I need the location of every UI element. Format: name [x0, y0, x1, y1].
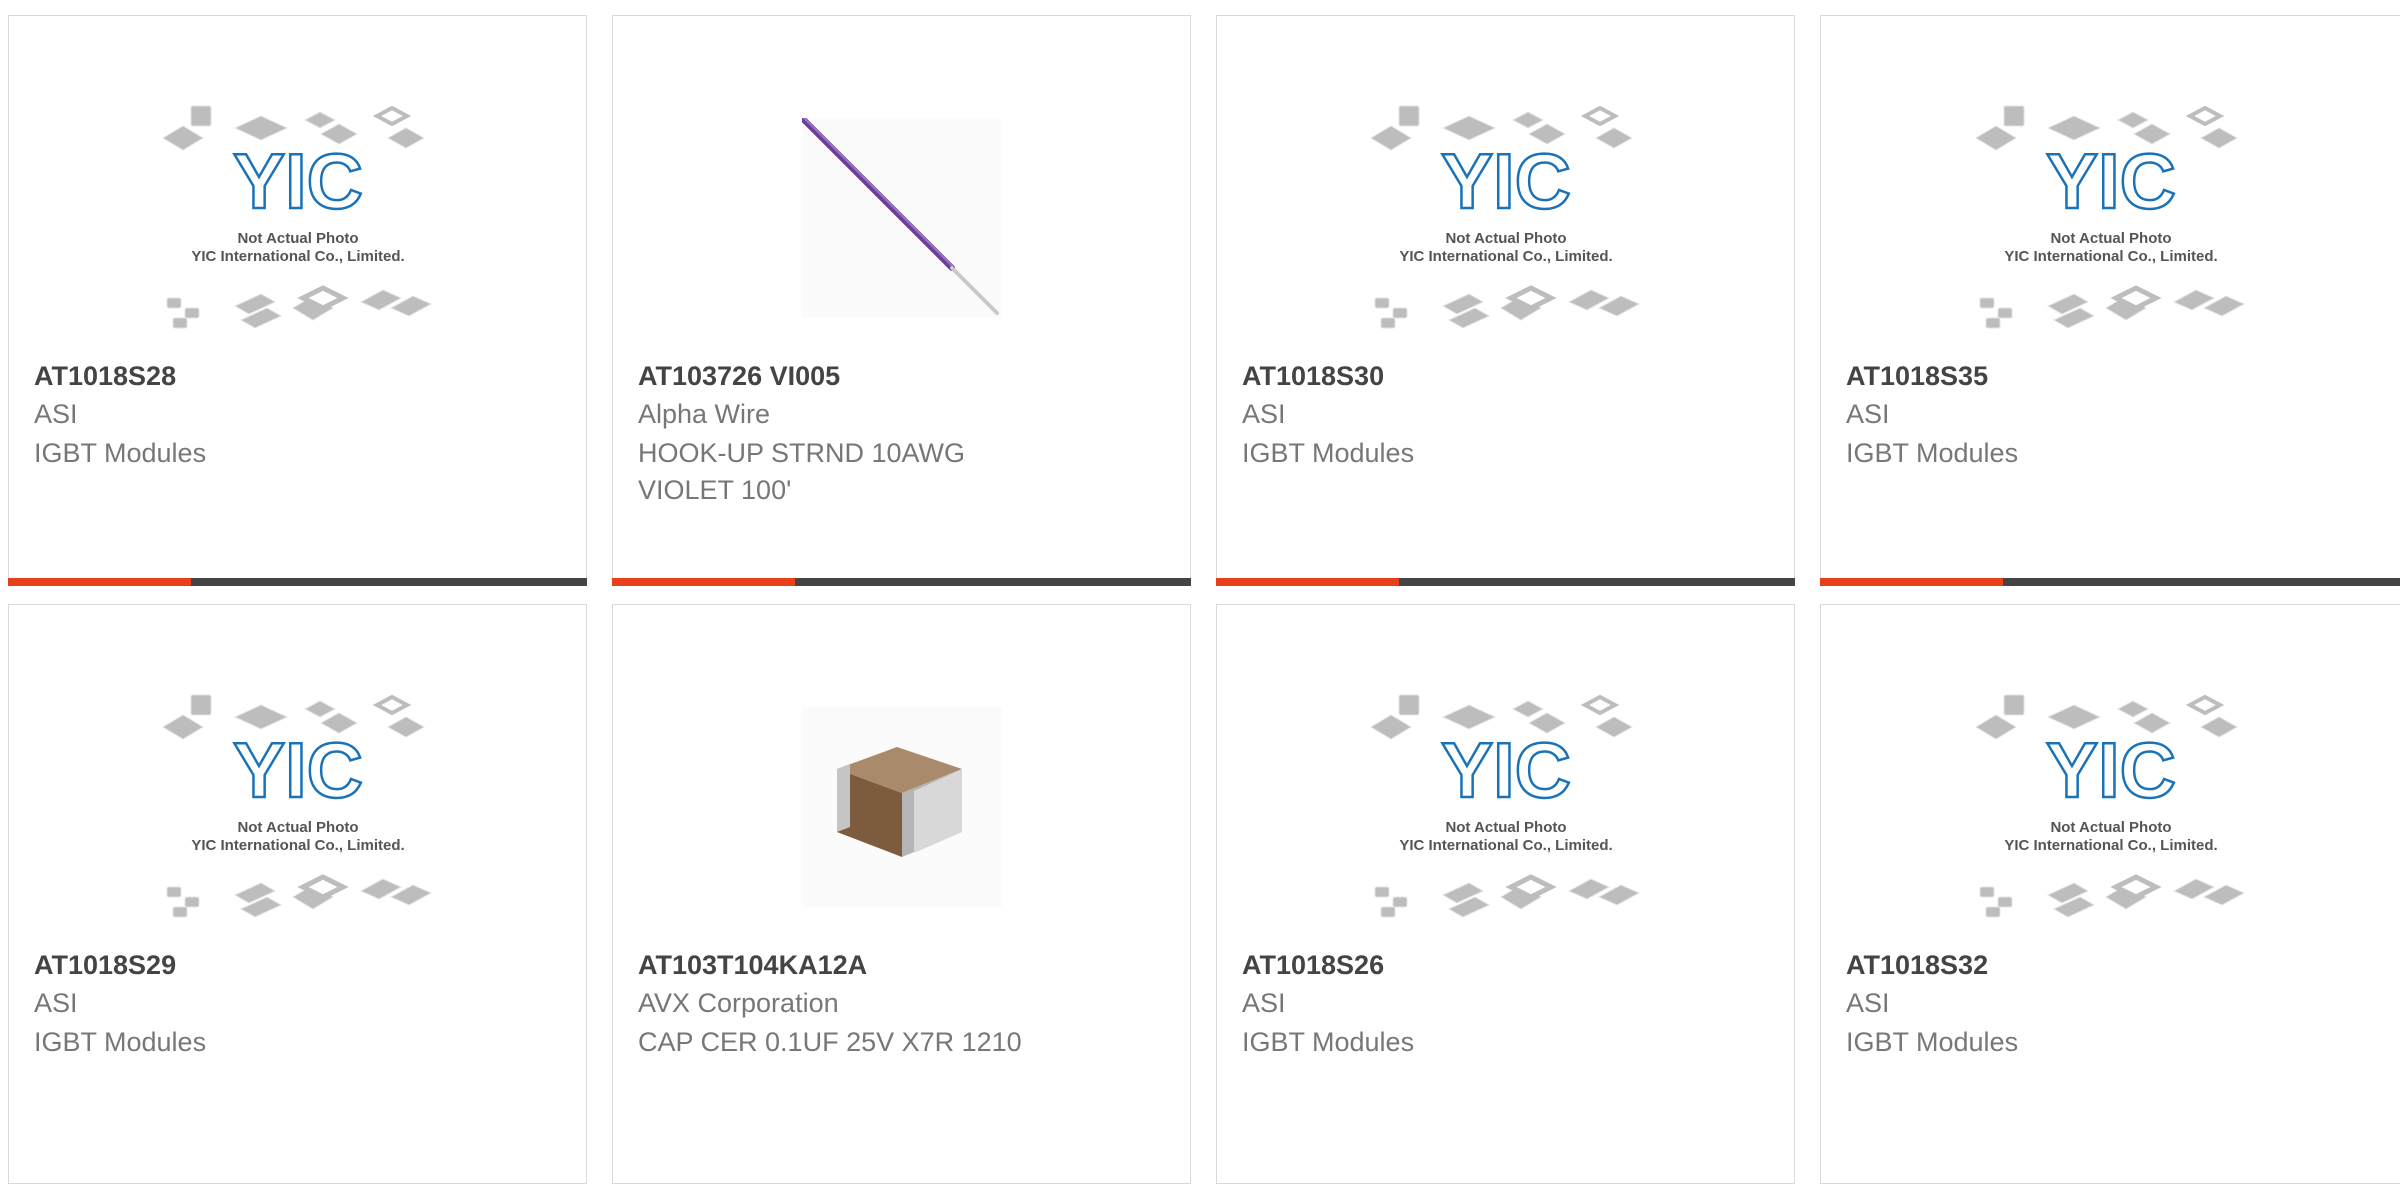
part-number[interactable]: AT1018S26: [1242, 950, 1384, 981]
product-card[interactable]: YIC Not Actual Photo YIC International C…: [8, 604, 587, 1184]
part-number[interactable]: AT103T104KA12A: [638, 950, 867, 981]
product-card[interactable]: AT103T104KA12A AVX Corporation CAP CER 0…: [612, 604, 1191, 1184]
capacitor-photo: [801, 707, 1002, 907]
product-card[interactable]: YIC Not Actual Photo YIC International C…: [1216, 604, 1795, 1184]
placeholder-caption-2: YIC International Co., Limited.: [2004, 837, 2217, 854]
manufacturer: ASI: [34, 399, 78, 429]
product-image[interactable]: [613, 68, 1190, 368]
placeholder-image: YIC Not Actual Photo YIC International C…: [1975, 105, 2245, 329]
yic-logo: YIC: [232, 726, 362, 814]
description: IGBT Modules: [34, 1027, 207, 1057]
product-image[interactable]: YIC Not Actual Photo YIC International C…: [1821, 657, 2400, 957]
capacitor-icon: [836, 747, 962, 857]
placeholder-caption-2: YIC International Co., Limited.: [1399, 248, 1612, 265]
manufacturer: Alpha Wire: [638, 399, 771, 429]
yic-logo: YIC: [2045, 137, 2175, 225]
manufacturer: ASI: [34, 988, 78, 1018]
placeholder-caption-2: YIC International Co., Limited.: [1399, 837, 1612, 854]
manufacturer: ASI: [1242, 988, 1286, 1018]
card-bottom-bar: [1820, 578, 2400, 586]
card-bottom-bar: [1216, 578, 1795, 586]
product-image[interactable]: YIC Not Actual Photo YIC International C…: [1821, 68, 2400, 368]
card-bottom-bar: [8, 578, 587, 586]
description: IGBT Modules: [1846, 1027, 2019, 1057]
product-image[interactable]: YIC Not Actual Photo YIC International C…: [1217, 68, 1794, 368]
manufacturer: ASI: [1846, 988, 1890, 1018]
card-bottom-bar: [612, 578, 1191, 586]
placeholder-caption-1: Not Actual Photo: [237, 819, 358, 836]
product-card[interactable]: YIC Not Actual Photo YIC International C…: [8, 15, 587, 586]
product-card[interactable]: YIC Not Actual Photo YIC International C…: [1820, 15, 2400, 586]
manufacturer: AVX Corporation: [638, 988, 839, 1018]
placeholder-image: YIC Not Actual Photo YIC International C…: [162, 694, 432, 918]
manufacturer: ASI: [1242, 399, 1286, 429]
placeholder-image: YIC Not Actual Photo YIC International C…: [162, 105, 432, 329]
placeholder-caption-1: Not Actual Photo: [1445, 230, 1566, 247]
description: CAP CER 0.1UF 25V X7R 1210: [638, 1027, 1022, 1057]
product-image[interactable]: YIC Not Actual Photo YIC International C…: [1217, 657, 1794, 957]
part-number[interactable]: AT1018S32: [1846, 950, 1988, 981]
yic-logo: YIC: [1440, 137, 1570, 225]
description: IGBT Modules: [34, 438, 207, 468]
placeholder-caption-1: Not Actual Photo: [237, 230, 358, 247]
manufacturer: ASI: [1846, 399, 1890, 429]
placeholder-caption-1: Not Actual Photo: [2050, 819, 2171, 836]
part-number[interactable]: AT103726 VI005: [638, 361, 840, 392]
placeholder-image: YIC Not Actual Photo YIC International C…: [1370, 694, 1640, 918]
part-number[interactable]: AT1018S35: [1846, 361, 1988, 392]
part-number[interactable]: AT1018S29: [34, 950, 176, 981]
wire-photo: [798, 115, 1002, 318]
product-card[interactable]: AT103726 VI005 Alpha Wire HOOK-UP STRND …: [612, 15, 1191, 586]
description: IGBT Modules: [1242, 438, 1415, 468]
product-grid: YIC Not Actual Photo YIC International C…: [0, 0, 2400, 1184]
yic-logo: YIC: [1440, 726, 1570, 814]
placeholder-caption-1: Not Actual Photo: [1445, 819, 1566, 836]
placeholder-caption-2: YIC International Co., Limited.: [191, 837, 404, 854]
placeholder-caption-2: YIC International Co., Limited.: [2004, 248, 2217, 265]
placeholder-image: YIC Not Actual Photo YIC International C…: [1975, 694, 2245, 918]
card-accent-bar: [8, 578, 191, 586]
product-card[interactable]: YIC Not Actual Photo YIC International C…: [1820, 604, 2400, 1184]
description: HOOK-UP STRND 10AWG VIOLET 100': [638, 438, 966, 505]
placeholder-caption-1: Not Actual Photo: [2050, 230, 2171, 247]
card-accent-bar: [1216, 578, 1399, 586]
product-image[interactable]: YIC Not Actual Photo YIC International C…: [9, 68, 586, 368]
card-accent-bar: [1820, 578, 2003, 586]
description: IGBT Modules: [1242, 1027, 1415, 1057]
placeholder-caption-2: YIC International Co., Limited.: [191, 248, 404, 265]
product-image[interactable]: [613, 657, 1190, 957]
wire-icon: [798, 115, 999, 315]
yic-logo: YIC: [232, 137, 362, 225]
description: IGBT Modules: [1846, 438, 2019, 468]
yic-logo: YIC: [2045, 726, 2175, 814]
product-card[interactable]: YIC Not Actual Photo YIC International C…: [1216, 15, 1795, 586]
product-image[interactable]: YIC Not Actual Photo YIC International C…: [9, 657, 586, 957]
card-accent-bar: [612, 578, 795, 586]
part-number[interactable]: AT1018S28: [34, 361, 176, 392]
part-number[interactable]: AT1018S30: [1242, 361, 1384, 392]
placeholder-image: YIC Not Actual Photo YIC International C…: [1370, 105, 1640, 329]
